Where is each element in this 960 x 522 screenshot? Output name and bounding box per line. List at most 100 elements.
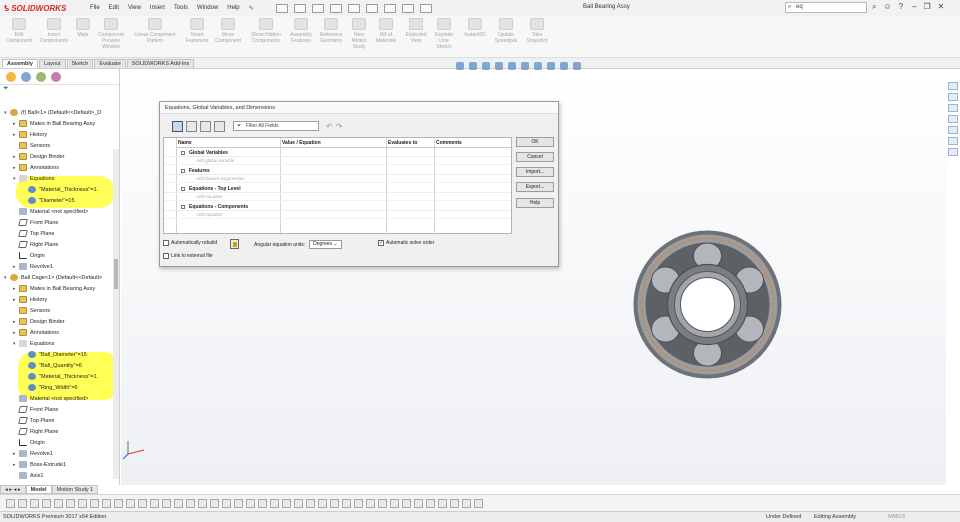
tree-item[interactable]: ▾ Equations [13, 173, 54, 184]
tab-layout[interactable]: Layout [39, 59, 66, 68]
show-hidden-components-button[interactable]: Show Hidden Components [248, 18, 284, 44]
tree-scrollbar[interactable] [113, 149, 119, 479]
tool-icon[interactable] [402, 498, 411, 508]
tool-icon[interactable] [186, 498, 195, 508]
redo-icon[interactable]: ↷ [336, 122, 343, 131]
ok-button[interactable]: OK [516, 137, 554, 147]
pin-icon[interactable]: ✎ [249, 5, 254, 12]
tool-icon[interactable] [198, 498, 207, 508]
tool-icon[interactable] [102, 498, 111, 508]
design-library-icon[interactable] [948, 93, 958, 101]
tool-icon[interactable] [282, 498, 291, 508]
tree-item[interactable]: "Diameter"=15 [22, 195, 75, 206]
tool-icon[interactable] [126, 498, 135, 508]
tab-sketch[interactable]: Sketch [66, 59, 94, 68]
tool-icon[interactable] [246, 498, 255, 508]
tab-nav-arrows[interactable]: ◂ ▸ ◂ ▸ [0, 485, 26, 494]
tree-item[interactable]: ▸ Mates in Ball Bearing Assy [13, 118, 95, 129]
edit-appearance-icon[interactable] [547, 62, 555, 70]
reference-geometry-button[interactable]: Reference Geometry [316, 18, 346, 44]
tool-icon[interactable] [258, 498, 267, 508]
tool-icon[interactable] [162, 498, 171, 508]
mate-button[interactable]: Mate [73, 18, 93, 38]
tab-motion-study[interactable]: Motion Study 1 [51, 485, 99, 494]
add-equation-top-cell[interactable]: Add equation [164, 193, 511, 201]
component-preview-button[interactable]: Component Preview Window [94, 18, 128, 50]
export-button[interactable]: Export... [516, 182, 554, 192]
tree-item[interactable]: "Material_Thickness"=1. [22, 371, 98, 382]
tree-item[interactable]: Origin [13, 250, 45, 261]
tab-addins[interactable]: SOLIDWORKS Add-Ins [126, 59, 195, 68]
tool-icon[interactable] [150, 498, 159, 508]
tree-item[interactable]: ▾ Ball Cage<1> (Default<<Default> [4, 272, 102, 283]
tree-item[interactable]: ▸ Boss-Extrude1 [13, 459, 66, 470]
tree-item[interactable]: Front Plane [13, 404, 58, 415]
tool-icon[interactable] [354, 498, 363, 508]
tool-icon[interactable] [342, 498, 351, 508]
tree-item[interactable]: ▸ Design Binder [13, 151, 65, 162]
tree-item[interactable]: Right Plane [13, 239, 58, 250]
tree-item[interactable]: "Ring_Width"=5 [22, 382, 78, 393]
menu-edit[interactable]: Edit [109, 5, 119, 11]
scene-icon[interactable] [560, 62, 568, 70]
tab-model[interactable]: Model [25, 485, 52, 494]
tool-icon[interactable] [78, 498, 87, 508]
tool-icon[interactable] [450, 498, 459, 508]
menu-insert[interactable]: Insert [150, 5, 165, 11]
checkbox-box[interactable] [163, 240, 169, 246]
ball-bearing-model[interactable] [632, 229, 783, 380]
tree-item[interactable]: "Ball_Diameter"=15 [22, 349, 87, 360]
tool-icon[interactable] [42, 498, 51, 508]
section-features[interactable]: Features [164, 167, 511, 175]
auto-solve-order-checkbox[interactable]: ✓ Automatic solve order [378, 240, 434, 246]
select-icon[interactable] [383, 3, 396, 13]
tool-icon[interactable] [294, 498, 303, 508]
tool-icon[interactable] [414, 498, 423, 508]
tool-icon[interactable] [318, 498, 327, 508]
checkbox-box[interactable]: ✓ [378, 240, 384, 246]
display-style-icon[interactable] [521, 62, 529, 70]
update-speedpak-button[interactable]: Update Speedpak [492, 18, 520, 44]
cancel-button[interactable]: Cancel [516, 152, 554, 162]
move-component-button[interactable]: Move Component [212, 18, 244, 44]
section-equations-top-level[interactable]: Equations - Top Level [164, 185, 511, 193]
linear-pattern-button[interactable]: Linear Component Pattern [130, 18, 180, 44]
tool-icon[interactable] [54, 498, 63, 508]
menu-help[interactable]: Help [227, 5, 239, 11]
section-equations-components[interactable]: Equations - Components [164, 203, 511, 211]
tool-icon[interactable] [66, 498, 75, 508]
new-motion-study-button[interactable]: New Motion Study [348, 18, 370, 50]
help-search-icon[interactable]: ⌕ [872, 2, 876, 12]
rebuild-traffic-light-icon[interactable] [230, 239, 239, 249]
bill-of-materials-button[interactable]: Bill of Materials [373, 18, 399, 44]
minimize-icon[interactable]: – [912, 2, 916, 11]
user-icon[interactable]: ☺ [883, 2, 891, 12]
checkbox-box[interactable] [163, 253, 169, 259]
close-icon[interactable]: ✕ [938, 2, 945, 11]
tool-icon[interactable] [378, 498, 387, 508]
property-manager-icon[interactable] [21, 72, 31, 82]
tree-item[interactable]: "Ball_Quantity"=6 [22, 360, 82, 371]
ordered-view-icon[interactable] [214, 120, 225, 132]
tool-icon[interactable] [390, 498, 399, 508]
tool-icon[interactable] [438, 498, 447, 508]
editing-mode-status[interactable]: Editing Assembly [814, 514, 856, 520]
tab-evaluate[interactable]: Evaluate [94, 59, 126, 68]
tool-icon[interactable] [6, 498, 15, 508]
tree-item[interactable]: Right Plane [13, 426, 58, 437]
tree-item[interactable]: ▸ History [13, 129, 47, 140]
section-global-variables[interactable]: Global Variables [164, 149, 511, 157]
dimension-view-icon[interactable] [200, 120, 211, 132]
forum-icon[interactable] [948, 148, 958, 156]
tree-item[interactable]: Origin [13, 437, 45, 448]
restore-icon[interactable]: ❐ [923, 2, 930, 11]
edit-component-button[interactable]: Edit Component [3, 18, 35, 44]
sketch-equation-view-icon[interactable] [186, 120, 197, 132]
assembly-features-button[interactable]: Assembly Features [287, 18, 315, 44]
display-manager-icon[interactable] [51, 72, 61, 82]
file-explorer-icon[interactable] [948, 104, 958, 112]
tree-item[interactable]: Top Plane [13, 415, 54, 426]
menu-view[interactable]: View [128, 5, 141, 11]
tree-item[interactable]: ▸ Annotations [13, 162, 59, 173]
tool-icon[interactable] [174, 498, 183, 508]
